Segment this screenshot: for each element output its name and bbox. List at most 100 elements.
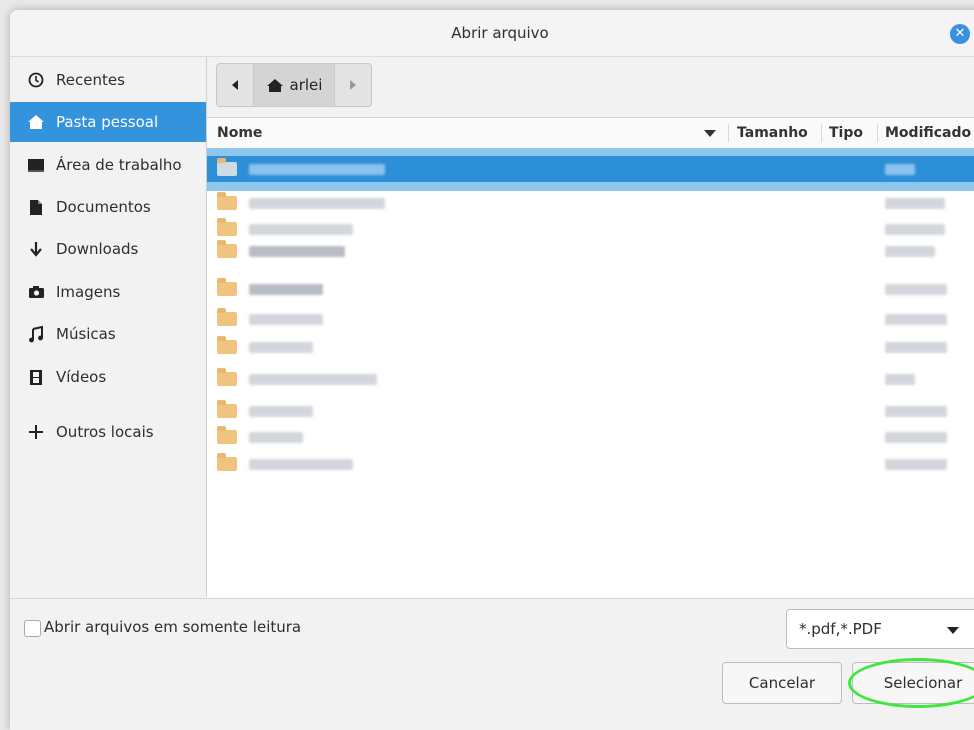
table-row[interactable] xyxy=(207,424,974,450)
cancel-button-label: Cancelar xyxy=(748,674,816,692)
sidebar-item-outros-locais[interactable]: Outros locais xyxy=(10,412,206,452)
sidebar-item-label: Vídeos xyxy=(56,368,107,386)
file-filter-select[interactable]: *.pdf,*.PDF xyxy=(786,609,974,649)
select-button-label: Selecionar xyxy=(883,674,963,692)
plus-icon xyxy=(26,424,46,440)
folder-icon xyxy=(217,426,237,444)
sidebar-item-imagens[interactable]: Imagens xyxy=(10,272,206,312)
sidebar-item-label: Imagens xyxy=(56,283,121,301)
sidebar-item-label: Músicas xyxy=(56,325,116,343)
action-bar: Abrir arquivos em somente leitura *.pdf,… xyxy=(10,598,974,730)
folder-icon xyxy=(217,308,237,326)
folder-icon xyxy=(217,368,237,386)
folder-icon xyxy=(217,240,237,258)
camera-icon xyxy=(26,285,46,299)
path-bar: arlei xyxy=(216,63,372,107)
table-row[interactable] xyxy=(207,190,974,216)
chevron-down-icon xyxy=(947,627,959,634)
column-separator xyxy=(877,124,878,142)
table-row[interactable] xyxy=(207,156,974,182)
column-modified-header[interactable]: Modificado xyxy=(885,125,971,141)
clock-icon xyxy=(26,72,46,88)
redacted-text xyxy=(249,432,303,443)
table-row[interactable] xyxy=(207,451,974,477)
table-row[interactable] xyxy=(207,398,974,424)
folder-icon xyxy=(217,453,237,471)
table-row[interactable] xyxy=(207,276,974,302)
close-icon[interactable]: ✕ xyxy=(950,24,970,44)
redacted-text xyxy=(885,459,947,470)
redacted-text xyxy=(885,284,947,295)
chevron-left-icon xyxy=(232,80,238,90)
sidebar-item-videos[interactable]: Vídeos xyxy=(10,357,206,397)
column-separator xyxy=(728,124,729,142)
home-icon xyxy=(26,114,46,130)
chevron-right-icon xyxy=(350,80,356,90)
redacted-text xyxy=(885,374,915,385)
folder-icon xyxy=(217,278,237,296)
path-forward-button[interactable] xyxy=(335,64,371,106)
folder-icon xyxy=(217,192,237,210)
redacted-text xyxy=(249,406,313,417)
path-back-button[interactable] xyxy=(217,64,254,106)
redacted-text xyxy=(885,314,947,325)
redacted-text xyxy=(885,224,945,235)
film-icon xyxy=(26,369,46,386)
column-name-header[interactable]: Nome xyxy=(217,125,262,141)
file-list[interactable]: Nome Tamanho Tipo Modificado xyxy=(207,117,974,598)
sidebar-item-label: Downloads xyxy=(56,240,139,258)
sidebar-item-documentos[interactable]: Documentos xyxy=(10,187,206,227)
redacted-text xyxy=(885,198,945,209)
sidebar-item-area-de-trabalho[interactable]: Área de trabalho xyxy=(10,145,206,185)
redacted-text xyxy=(885,164,915,175)
file-filter-value: *.pdf,*.PDF xyxy=(799,620,882,638)
download-icon xyxy=(26,241,46,258)
sidebar-item-label: Documentos xyxy=(56,198,151,216)
path-home-button[interactable]: arlei xyxy=(254,64,335,106)
readonly-label: Abrir arquivos em somente leitura xyxy=(44,618,302,636)
home-icon xyxy=(266,78,283,92)
folder-icon xyxy=(217,400,237,418)
redacted-text xyxy=(885,432,947,443)
column-type-header[interactable]: Tipo xyxy=(829,125,863,141)
redacted-text xyxy=(249,342,313,353)
column-size-header[interactable]: Tamanho xyxy=(737,125,808,141)
table-row[interactable] xyxy=(207,366,974,392)
cancel-button[interactable]: Cancelar xyxy=(722,662,842,704)
path-segment-label: arlei xyxy=(289,76,323,94)
document-icon xyxy=(26,199,46,216)
redacted-text xyxy=(249,284,323,295)
sidebar-item-label: Recentes xyxy=(56,71,125,89)
sidebar-item-recentes[interactable]: Recentes xyxy=(10,60,206,100)
redacted-text xyxy=(249,198,385,209)
folder-icon xyxy=(217,336,237,354)
music-icon xyxy=(26,325,46,343)
sidebar-item-label: Área de trabalho xyxy=(56,156,182,174)
column-header: Nome Tamanho Tipo Modificado xyxy=(207,118,974,149)
dialog-title: Abrir arquivo xyxy=(451,24,549,42)
table-row[interactable] xyxy=(207,238,974,264)
folder-icon xyxy=(217,158,237,176)
redacted-text xyxy=(249,374,377,385)
redacted-text xyxy=(885,342,947,353)
table-row[interactable] xyxy=(207,306,974,332)
sidebar-item-label: Pasta pessoal xyxy=(56,113,159,131)
redacted-text xyxy=(885,406,947,417)
redacted-text xyxy=(249,459,353,470)
folder-icon xyxy=(217,218,237,236)
redacted-text xyxy=(885,246,935,257)
sidebar-item-musicas[interactable]: Músicas xyxy=(10,314,206,354)
readonly-checkbox[interactable] xyxy=(24,620,41,637)
file-chooser-dialog: Abrir arquivo ✕ Recentes Pasta pessoal Á… xyxy=(10,10,974,730)
select-button[interactable]: Selecionar xyxy=(852,662,974,704)
column-separator xyxy=(821,124,822,142)
desktop-icon xyxy=(26,158,46,173)
redacted-text xyxy=(249,164,385,175)
redacted-text xyxy=(249,314,323,325)
redacted-text xyxy=(249,246,345,257)
places-sidebar: Recentes Pasta pessoal Área de trabalho … xyxy=(10,57,207,597)
sidebar-item-label: Outros locais xyxy=(56,423,154,441)
sidebar-item-downloads[interactable]: Downloads xyxy=(10,229,206,269)
sidebar-item-pasta-pessoal[interactable]: Pasta pessoal xyxy=(10,102,206,142)
table-row[interactable] xyxy=(207,334,974,360)
